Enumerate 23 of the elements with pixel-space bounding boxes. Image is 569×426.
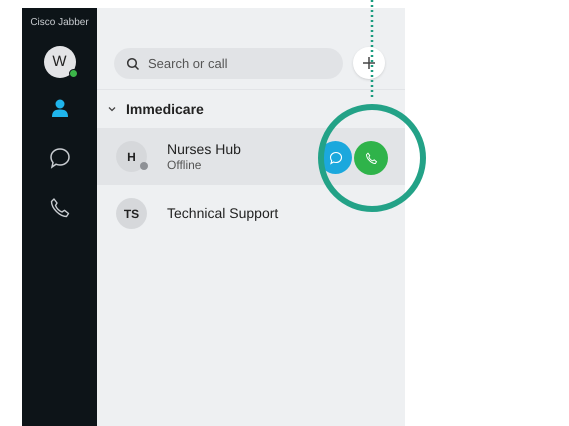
avatar-initials: H — [127, 148, 136, 166]
search-field[interactable]: Search or call — [114, 48, 343, 78]
app-title: Cisco Jabber — [30, 17, 89, 29]
chat-icon — [48, 147, 70, 169]
user-avatar[interactable]: W — [44, 46, 76, 78]
group-name: Immedicare — [126, 100, 204, 118]
search-icon — [126, 56, 140, 70]
contact-row[interactable]: TS Technical Support — [97, 185, 405, 242]
nav-tab[interactable] — [48, 146, 72, 170]
plus-icon — [362, 56, 376, 70]
contact-name: Technical Support — [167, 205, 278, 222]
chat-icon — [328, 150, 342, 164]
contact-status: Offline — [167, 158, 202, 172]
avatar-initials: TS — [124, 206, 140, 222]
phone-icon — [364, 152, 378, 164]
contact-name: Nurses Hub — [167, 140, 241, 158]
chevron-icon — [107, 104, 117, 114]
contacts-icon — [50, 98, 70, 118]
phone-icon — [48, 197, 70, 219]
add-button[interactable] — [353, 47, 385, 79]
group-header[interactable]: Immedicare — [97, 90, 405, 128]
contact-row[interactable]: H Nurses Hub Offline — [97, 128, 405, 185]
avatar-initial: W — [52, 52, 67, 72]
